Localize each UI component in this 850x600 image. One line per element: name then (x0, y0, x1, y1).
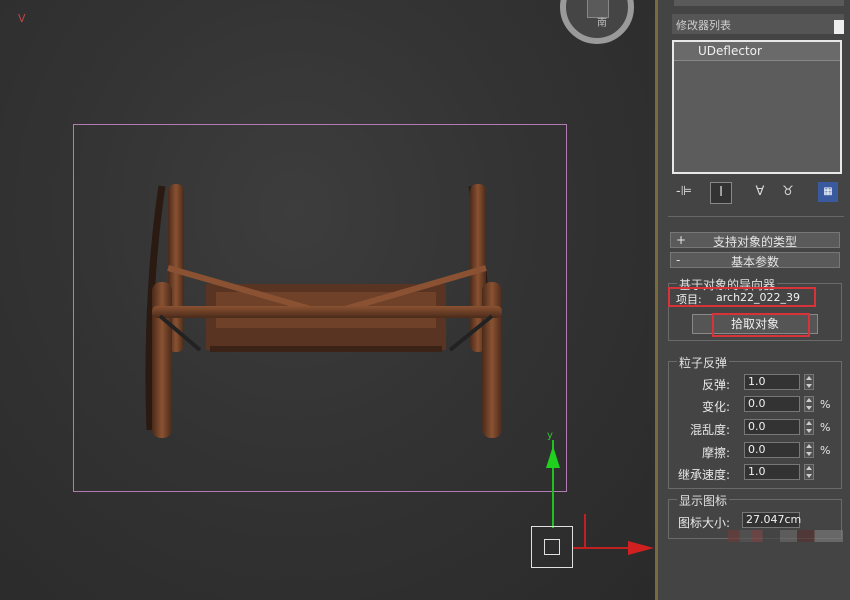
friction-label: 摩擦: (701, 446, 730, 460)
modifier-list-arrow[interactable] (834, 20, 844, 34)
friction-spinner[interactable] (804, 442, 814, 458)
modifier-list-dropdown[interactable]: 修改器列表 (672, 14, 844, 34)
pin-stack-icon[interactable]: -⊫ (674, 182, 694, 202)
command-panel: 修改器列表 UDeflector -⊫ I ∀ ♉ ▦ + 支持对象的类型 - … (655, 0, 850, 600)
stack-toolbar: -⊫ I ∀ ♉ ▦ (672, 180, 844, 204)
icon-size-label: 图标大小: (677, 516, 730, 530)
object-name-field[interactable] (674, 0, 844, 6)
remove-modifier-icon[interactable]: ♉ (778, 182, 798, 202)
right-post-front (482, 282, 502, 438)
inherit-velocity-spinner[interactable] (804, 464, 814, 480)
bounce-spinner[interactable] (804, 374, 814, 390)
front-rail (152, 306, 502, 318)
left-post-front (152, 282, 172, 438)
panel-divider (668, 216, 844, 217)
gizmo-center-box[interactable] (531, 526, 573, 568)
stack-item-label: UDeflector (698, 44, 762, 58)
inherit-velocity-input[interactable]: 1.0 (744, 464, 800, 480)
modifier-list-label: 修改器列表 (676, 19, 731, 32)
chair-model[interactable] (140, 178, 510, 442)
param-row-variation: 变化: 0.0 % (668, 396, 842, 414)
gizmo-y-label: y (547, 430, 553, 441)
param-row-inherit-velocity: 继承速度: 1.0 (668, 464, 842, 482)
rollout-title: 支持对象的类型 (712, 235, 797, 249)
friction-unit: % (820, 444, 831, 457)
gizmo-x-axis[interactable] (573, 547, 633, 549)
modifier-stack[interactable]: UDeflector (672, 40, 842, 174)
variation-label: 变化: (701, 400, 730, 414)
gizmo-x-arrow[interactable] (628, 541, 654, 555)
stack-item-udeflector[interactable]: UDeflector (674, 42, 840, 61)
panel-artifact (728, 530, 843, 542)
chaos-unit: % (820, 421, 831, 434)
viewcube[interactable]: 西 东 南 (560, 0, 634, 44)
pick-button-highlight-box (712, 313, 810, 337)
gizmo-x-stub (584, 514, 586, 548)
viewcube-south-label: 南 (597, 18, 607, 29)
show-end-result-icon[interactable]: I (710, 182, 732, 204)
rollout-title: 基本参数 (730, 255, 779, 269)
bounce-input[interactable]: 1.0 (744, 374, 800, 390)
gizmo-inner-box[interactable] (544, 539, 560, 555)
icon-size-input[interactable]: 27.047cm (742, 512, 801, 528)
variation-spinner[interactable] (804, 396, 814, 412)
rollout-supported-object-types[interactable]: + 支持对象的类型 (670, 232, 840, 249)
friction-input[interactable]: 0.0 (744, 442, 800, 458)
variation-input[interactable]: 0.0 (744, 396, 800, 412)
bounce-label: 反弹: (701, 378, 730, 392)
param-row-chaos: 混乱度: 0.0 % (668, 419, 842, 437)
configure-sets-icon[interactable]: ▦ (818, 182, 838, 202)
param-row-friction: 摩擦: 0.0 % (668, 442, 842, 460)
make-unique-icon[interactable]: ∀ (750, 182, 770, 202)
inherit-velocity-label: 继承速度: (677, 468, 730, 482)
chaos-input[interactable]: 0.0 (744, 419, 800, 435)
param-row-icon-size: 图标大小: 27.047cm (668, 512, 842, 530)
param-row-bounce: 反弹: 1.0 (668, 374, 842, 392)
viewport-label[interactable]: V (18, 12, 26, 25)
bottom-rail (210, 346, 442, 352)
group-title: 显示图标 (677, 492, 730, 509)
viewport[interactable]: V 西 东 南 (0, 0, 655, 600)
item-highlight-box (668, 287, 816, 307)
variation-unit: % (820, 398, 831, 411)
rollout-basic-parameters[interactable]: - 基本参数 (670, 252, 840, 269)
chaos-spinner[interactable] (804, 419, 814, 435)
gizmo-y-arrow[interactable] (546, 446, 560, 468)
chaos-label: 混乱度: (689, 423, 730, 437)
group-title: 粒子反弹 (677, 354, 730, 371)
